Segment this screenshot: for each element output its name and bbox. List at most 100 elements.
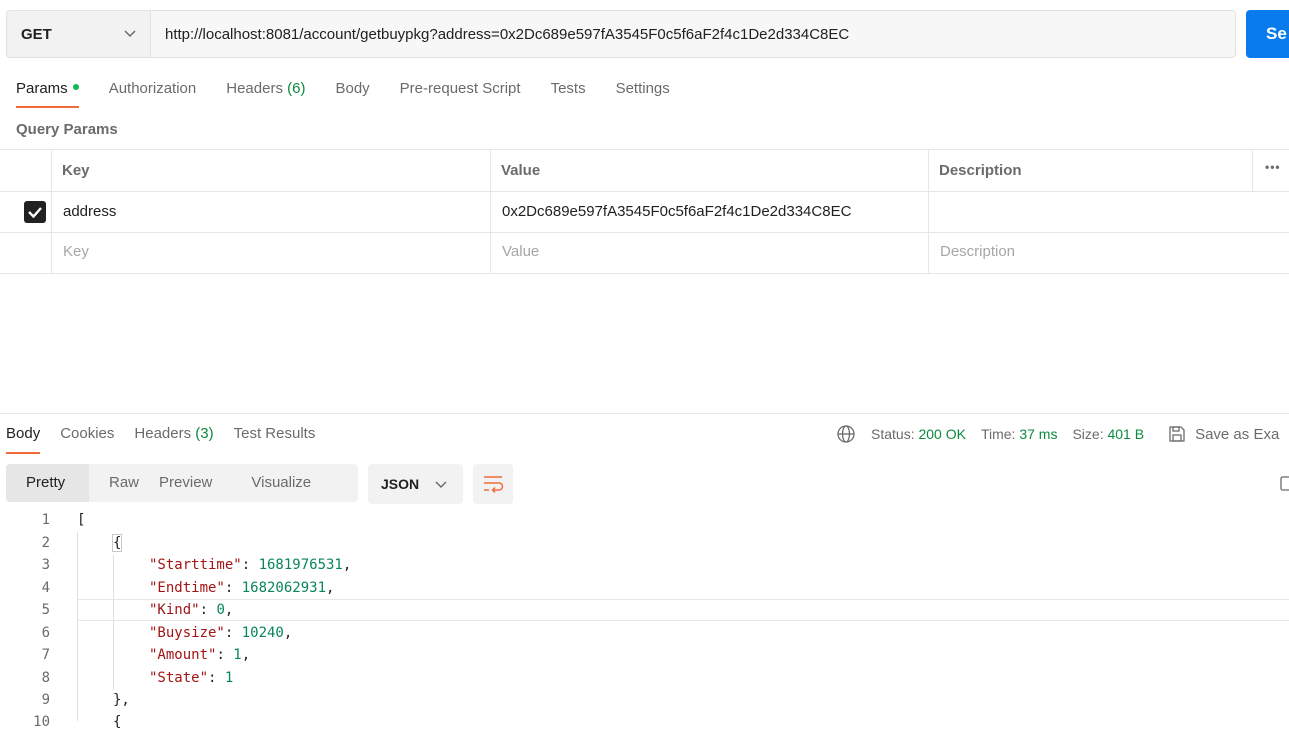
json-number: 1 [233,647,242,663]
divider [0,149,1289,150]
tab-authorization[interactable]: Authorization [109,78,197,108]
indent-guide [77,532,78,721]
response-status-bar: Status: 200 OK Time: 37 ms Size: 401 B S… [836,424,1279,444]
tab-count: (6) [287,80,306,97]
wrap-lines-button[interactable] [473,464,513,504]
status-label: Status: [871,426,915,442]
tab-body[interactable]: Body [335,78,369,108]
save-icon [1169,426,1185,442]
tab-label: Tests [550,80,586,97]
code-line: "Starttime": 1681976531, [149,557,352,573]
code-line: "Amount": 1, [149,647,251,663]
tab-test-results[interactable]: Test Results [234,424,316,454]
current-line-highlight [77,599,1289,621]
divider [1252,149,1253,191]
code-line: "Kind": 0, [149,602,234,618]
size-item[interactable]: Size: 401 B [1072,426,1144,442]
tab-label: Params [16,80,68,97]
send-label: Se [1266,24,1287,43]
tab-response-body[interactable]: Body [6,424,41,454]
new-value-input[interactable]: Value [502,243,539,260]
json-punct: , [283,625,293,641]
param-key-cell[interactable]: address [63,203,116,220]
json-number: 10240 [241,625,284,641]
code-line: { [113,714,122,730]
chevron-down-icon [124,30,136,38]
request-tabs: Params Authorization Headers (6) Body Pr… [16,78,700,108]
size-label: Size: [1072,426,1104,442]
new-description-input[interactable]: Description [940,243,1015,260]
format-tabs: Pretty Raw Preview Visualize [6,464,358,502]
tab-label: Test Results [233,425,316,442]
column-header-value: Value [501,162,541,179]
column-header-key: Key [62,162,90,179]
status-item[interactable]: Status: 200 OK [871,426,966,442]
tab-pre-request-script[interactable]: Pre-request Script [400,78,521,108]
json-number: 1682062931 [241,580,327,596]
json-key: "Buysize" [149,625,225,641]
line-number: 9 [41,692,50,708]
more-options-icon[interactable]: ••• [1265,160,1281,174]
copy-icon[interactable] [1280,474,1289,492]
line-number: 5 [41,602,50,618]
method-select[interactable]: GET [6,10,150,58]
code-line: "State": 1 [149,670,234,686]
query-params-title: Query Params [16,121,118,138]
time-item[interactable]: Time: 37 ms [981,426,1058,442]
tab-tests[interactable]: Tests [551,78,586,108]
json-punct: , [342,557,352,573]
param-value-cell[interactable]: 0x2Dc689e597fA3545F0c5f6aF2f4c1De2d334C8… [502,203,851,220]
check-icon [28,207,42,219]
tab-label: Body [335,80,370,97]
url-text: http://localhost:8081/account/getbuypkg?… [165,25,850,43]
line-number: 6 [41,625,50,641]
line-number: 7 [41,647,50,663]
save-as-example-label: Save as Exa [1195,425,1280,443]
json-key: "State" [149,670,209,686]
json-number: 1 [224,670,234,686]
tab-label: Body [6,425,41,442]
format-raw[interactable]: Raw [89,464,159,502]
chevron-down-icon [435,481,447,489]
format-visualize[interactable]: Visualize [232,464,311,502]
language-label: JSON [381,476,420,492]
json-key: "Endtime" [149,580,225,596]
response-divider [0,413,1289,414]
tab-count: (3) [195,425,214,442]
method-label: GET [21,25,52,43]
save-as-example-button[interactable]: Save as Exa [1168,425,1279,443]
globe-icon[interactable] [836,424,856,444]
tab-response-headers[interactable]: Headers (3) [134,424,213,454]
time-value: 37 ms [1019,426,1058,442]
line-number: 8 [41,670,50,686]
url-input[interactable]: http://localhost:8081/account/getbuypkg?… [150,10,1236,58]
line-number: 2 [41,535,50,551]
line-number: 10 [33,714,50,730]
divider [0,191,1289,192]
tab-settings[interactable]: Settings [616,78,670,108]
active-dot-icon [72,84,79,91]
divider [51,149,52,273]
language-select[interactable]: JSON [368,464,463,504]
json-key: "Kind" [149,602,200,618]
line-number: 1 [41,512,50,528]
indent-guide [113,555,114,690]
json-key: "Amount" [149,647,217,663]
format-preview[interactable]: Preview [159,464,232,502]
json-key: "Starttime" [149,557,242,573]
new-key-input[interactable]: Key [63,243,89,260]
send-button[interactable]: Se [1246,10,1289,58]
size-value: 401 B [1107,426,1145,442]
tab-params[interactable]: Params [16,78,79,108]
json-punct: , [241,647,251,663]
json-number: 0 [216,602,225,618]
tab-headers[interactable]: Headers (6) [226,78,305,108]
code-line: { [111,534,123,552]
line-number: 3 [41,557,50,573]
json-punct: , [326,580,335,596]
param-enabled-checkbox[interactable] [24,201,46,223]
time-label: Time: [980,426,1016,442]
tab-cookies[interactable]: Cookies [60,424,114,454]
tab-label: Cookies [60,425,115,442]
format-pretty[interactable]: Pretty [6,464,89,502]
